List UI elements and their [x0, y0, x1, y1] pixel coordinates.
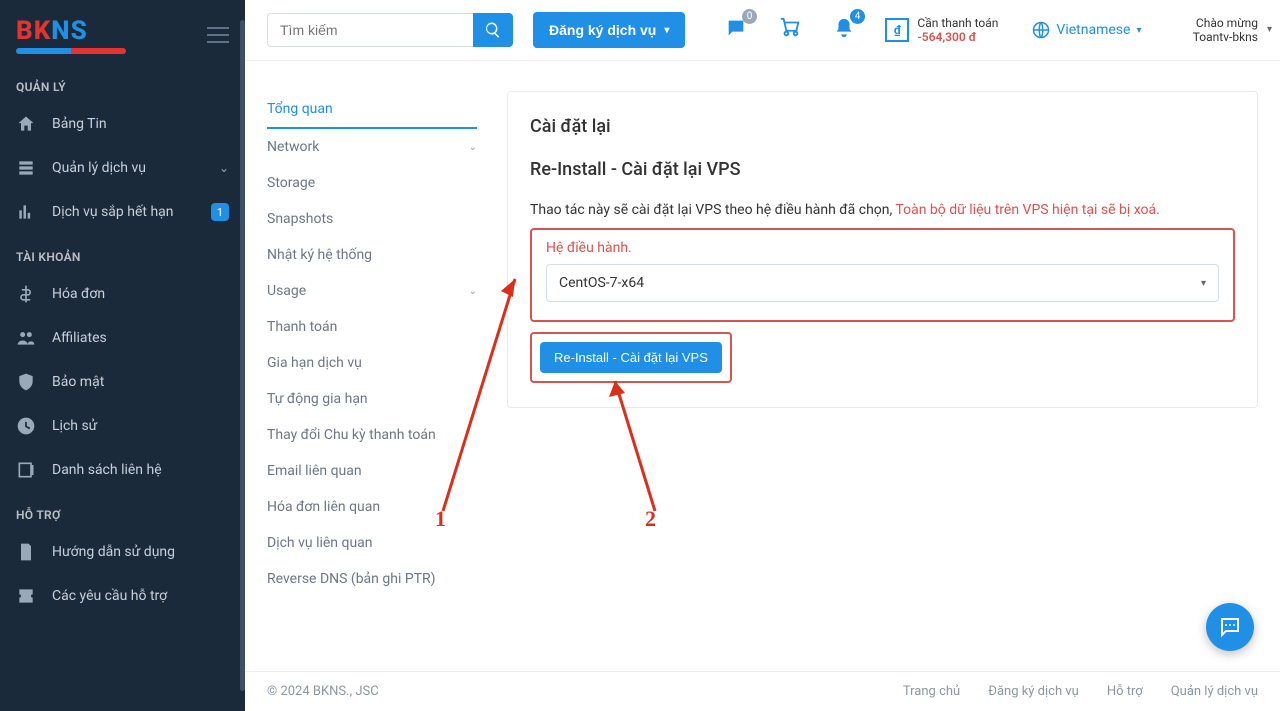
footer-copyright: © 2024 BKNS., JSC [267, 684, 379, 699]
language-label: Vietnamese [1056, 22, 1130, 38]
chevron-down-icon: ⌄ [219, 161, 229, 175]
globe-icon [1032, 21, 1050, 39]
sidebar-item-tickets[interactable]: Các yêu cầu hỗ trợ [0, 574, 245, 618]
os-selection-box: Hệ điều hành. CentOS-7-x64 ▾ [530, 228, 1235, 322]
menu-toggle-icon[interactable] [207, 27, 229, 43]
chat-fab[interactable] [1206, 603, 1254, 651]
os-select[interactable]: CentOS-7-x64 ▾ [546, 264, 1219, 302]
sidebar-section-manage: QUẢN LÝ [0, 64, 245, 102]
sidebar-item-services[interactable]: Quản lý dịch vụ ⌄ [0, 146, 245, 190]
annotation-arrow-1 [433, 261, 533, 521]
sidebar-item-label: Bảng Tin [52, 116, 107, 132]
tab-network[interactable]: Network⌄ [267, 129, 477, 165]
sidebar-item-contacts[interactable]: Danh sách liên hệ [0, 448, 245, 492]
chevron-down-icon: ▾ [1267, 24, 1272, 36]
sidebar-item-affiliates[interactable]: Affiliates [0, 316, 245, 360]
sidebar-item-label: Hướng dẫn sử dụng [52, 544, 175, 560]
shield-icon [16, 372, 36, 392]
annotation-number-1: 1 [435, 506, 446, 532]
sidebar-item-label: Hóa đơn [52, 286, 105, 302]
chevron-down-icon: ⌄ [469, 142, 477, 153]
pay-amount: -564,300 đ [917, 30, 998, 44]
footer-link-home[interactable]: Trang chủ [903, 684, 960, 699]
sidebar-item-label: Bảo mật [52, 374, 104, 390]
footer: © 2024 BKNS., JSC Trang chủ Đăng ký dịch… [245, 671, 1280, 711]
chat-button[interactable]: 0 [725, 17, 747, 43]
list-icon [16, 158, 36, 178]
card-warning: Toàn bộ dữ liệu trên VPS hiện tại sẽ bị … [895, 202, 1159, 218]
logo[interactable]: BKNS [16, 16, 126, 54]
chevron-down-icon: ▾ [1136, 25, 1141, 36]
pay-title: Cần thanh toán [917, 16, 998, 30]
card-note: Thao tác này sẽ cài đặt lại VPS theo hệ … [530, 202, 892, 218]
chat-bubble-icon [1218, 615, 1242, 639]
footer-link-services[interactable]: Quản lý dịch vụ [1171, 684, 1258, 699]
dollar-icon [16, 284, 36, 304]
welcome-label: Chào mừng [1196, 16, 1258, 30]
os-label: Hệ điều hành. [546, 240, 1219, 256]
tab-overview[interactable]: Tổng quan [267, 91, 477, 129]
cart-button[interactable] [779, 17, 801, 43]
search-button[interactable] [473, 13, 513, 47]
sidebar-item-howto[interactable]: Hướng dẫn sử dụng [0, 530, 245, 574]
register-service-button[interactable]: Đăng ký dịch vụ ▾ [533, 12, 685, 48]
chevron-down-icon: ▾ [664, 25, 669, 36]
sidebar-item-history[interactable]: Lịch sử [0, 404, 245, 448]
sidebar-item-label: Quản lý dịch vụ [52, 160, 146, 176]
sidebar-item-label: Các yêu cầu hỗ trợ [52, 588, 167, 604]
footer-link-register[interactable]: Đăng ký dịch vụ [988, 684, 1079, 699]
os-value: CentOS-7-x64 [559, 275, 644, 291]
tab-rdns[interactable]: Reverse DNS (bản ghi PTR) [267, 561, 477, 597]
tab-snapshots[interactable]: Snapshots [267, 201, 477, 237]
top-bar: Đăng ký dịch vụ ▾ 0 4 ₫ Cần [245, 0, 1280, 61]
sidebar-item-invoices[interactable]: Hóa đơn [0, 272, 245, 316]
sidebar-item-dashboard[interactable]: Bảng Tin [0, 102, 245, 146]
sidebar-item-label: Dịch vụ sắp hết hạn [52, 204, 174, 220]
tab-storage[interactable]: Storage [267, 165, 477, 201]
sidebar-item-expiring[interactable]: Dịch vụ sắp hết hạn 1 [0, 190, 245, 234]
cart-icon [779, 17, 801, 39]
language-selector[interactable]: Vietnamese ▾ [1032, 21, 1141, 39]
user-menu[interactable]: Chào mừng Toantv-bkns ▾ [1193, 16, 1258, 45]
doc-icon [16, 542, 36, 562]
card-subtitle: Re-Install - Cài đặt lại VPS [530, 159, 1235, 180]
home-icon [16, 114, 36, 134]
annotation-arrow-2 [595, 361, 685, 521]
pay-icon: ₫ [885, 18, 909, 42]
sidebar-section-account: TÀI KHOẢN [0, 234, 245, 272]
users-icon [16, 328, 36, 348]
ticket-icon [16, 586, 36, 606]
sidebar-section-support: HỖ TRỢ [0, 492, 245, 530]
register-label: Đăng ký dịch vụ [549, 22, 656, 38]
annotation-number-2: 2 [645, 506, 656, 532]
card-title: Cài đặt lại [530, 116, 1235, 137]
username-label: Toantv-bkns [1193, 30, 1258, 44]
footer-link-support[interactable]: Hỗ trợ [1107, 684, 1143, 699]
balance-box[interactable]: ₫ Cần thanh toán -564,300 đ [885, 16, 998, 45]
expiring-badge: 1 [211, 203, 229, 221]
sidebar-item-label: Affiliates [52, 330, 107, 346]
chart-icon [16, 202, 36, 222]
chevron-down-icon: ▾ [1201, 278, 1206, 289]
notifications-button[interactable]: 4 [833, 17, 855, 43]
history-icon [16, 416, 36, 436]
search-icon [484, 21, 502, 39]
left-sidebar: BKNS QUẢN LÝ Bảng Tin Quản lý dịch vụ ⌄ … [0, 0, 245, 711]
chat-count: 0 [742, 9, 758, 24]
contacts-icon [16, 460, 36, 480]
sidebar-item-security[interactable]: Bảo mật [0, 360, 245, 404]
search-input[interactable] [267, 13, 473, 47]
bell-count: 4 [850, 9, 866, 24]
sidebar-item-label: Lịch sử [52, 418, 97, 434]
sidebar-item-label: Danh sách liên hệ [52, 462, 162, 478]
